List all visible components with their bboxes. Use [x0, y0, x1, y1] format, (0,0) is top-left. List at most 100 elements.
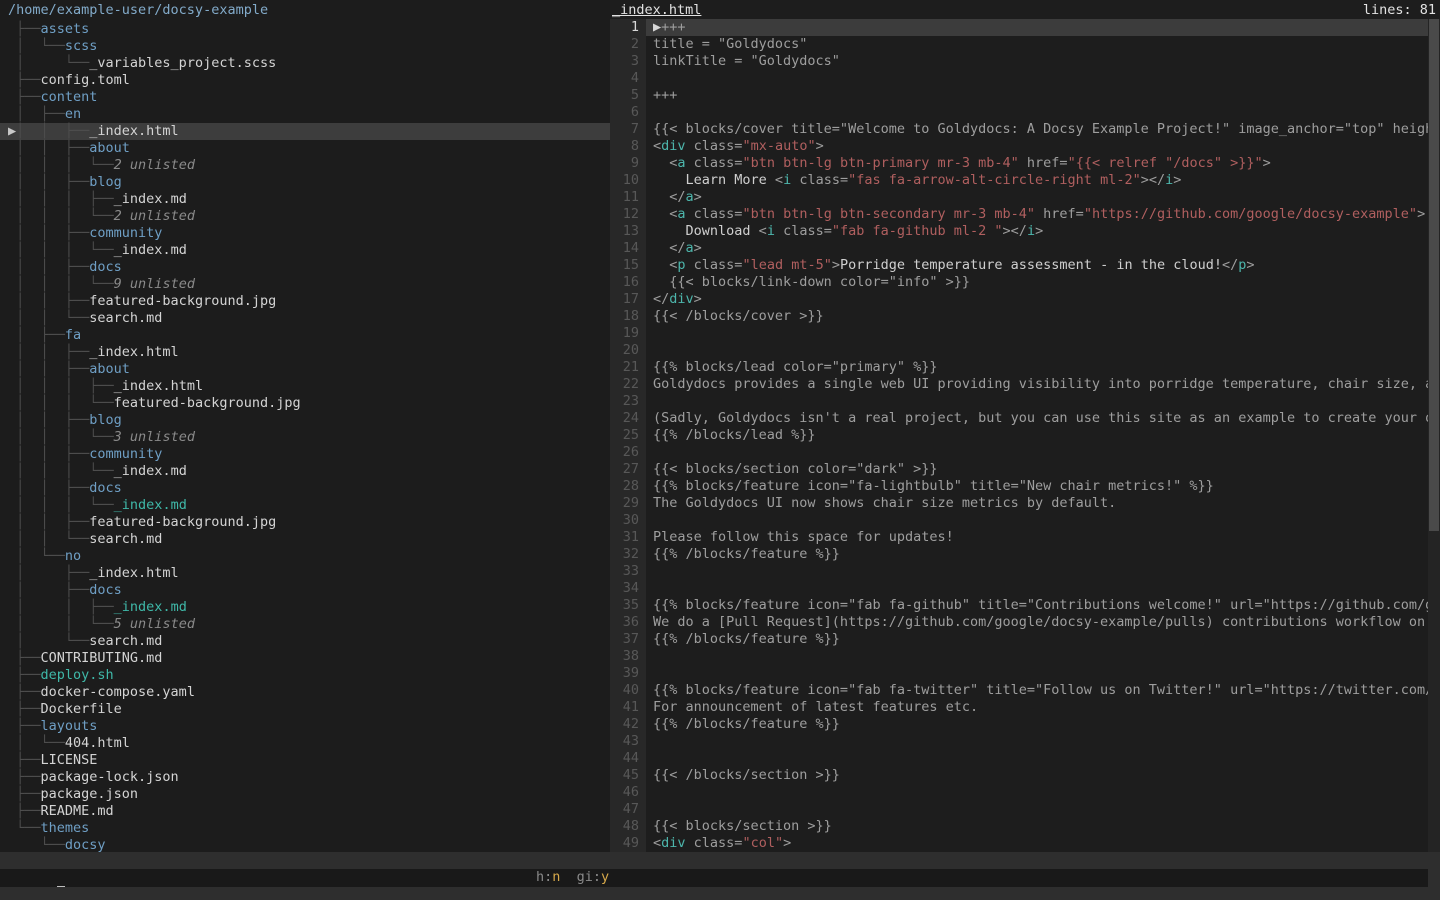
code-text: </a>	[646, 240, 1440, 257]
tree-branch-icon: ├──	[8, 650, 41, 666]
code-text: Goldydocs provides a single web UI provi…	[646, 376, 1440, 393]
tree-row[interactable]: │ │ │ ├──_index.html	[0, 378, 610, 395]
tree-row-dir[interactable]: │ │ ├──about	[0, 140, 610, 157]
code-line: 21{{% blocks/lead color="primary" %}}	[610, 359, 1440, 376]
tree-row-dir[interactable]: │ └──no	[0, 548, 610, 565]
tree-row-dir[interactable]: ├──assets	[0, 21, 610, 38]
tree-row[interactable]: │ └──404.html	[0, 735, 610, 752]
tree-row[interactable]: │ │ │ ├──_index.md	[0, 191, 610, 208]
code-line: 11 </a>	[610, 189, 1440, 206]
tree-row[interactable]: │ │ │ └──_index.md	[0, 497, 610, 514]
tree-row[interactable]: ├──config.toml	[0, 72, 610, 89]
tree-row[interactable]: ├──package.json	[0, 786, 610, 803]
tree-row[interactable]: ├──Dockerfile	[0, 701, 610, 718]
tree-branch-icon: │ │ ├──	[8, 446, 89, 462]
tree-row[interactable]: │ │ ├──_index.md	[0, 599, 610, 616]
tree-row[interactable]: │ │ ├──_index.html▶	[0, 123, 610, 140]
tree-row-dir[interactable]: │ ├──en	[0, 106, 610, 123]
tree-row[interactable]: │ ├──_index.html	[0, 565, 610, 582]
tree-row[interactable]: ├──README.md	[0, 803, 610, 820]
tree-row-dir[interactable]: │ │ ├──about	[0, 361, 610, 378]
tree-item-label: _index.md	[114, 497, 187, 513]
line-number: 25	[610, 427, 646, 444]
tree-item-label: search.md	[89, 310, 162, 326]
tree-row-dir[interactable]: │ │ ├──community	[0, 446, 610, 463]
tree-row[interactable]: │ └──search.md	[0, 633, 610, 650]
tree-row[interactable]: ├──deploy.sh	[0, 667, 610, 684]
code-text	[646, 70, 1440, 87]
code-text	[646, 665, 1440, 682]
tree-row[interactable]: │ │ ├──featured-background.jpg	[0, 514, 610, 531]
tree-row-dir[interactable]: │ │ ├──docs	[0, 259, 610, 276]
tree-row[interactable]: ├──package-lock.json	[0, 769, 610, 786]
tree-row-dir[interactable]: ├──content	[0, 89, 610, 106]
tree-row[interactable]: │ │ └──search.md	[0, 531, 610, 548]
tree-row-dir[interactable]: ├──layouts	[0, 718, 610, 735]
code-text	[646, 444, 1440, 461]
code-text: {{% /blocks/lead %}}	[646, 427, 1440, 444]
code-line: 13 Download <i class="fab fa-github ml-2…	[610, 223, 1440, 240]
verb-input[interactable]: :e	[0, 869, 1428, 887]
tree-item-label: 9 unlisted	[114, 276, 195, 292]
tree-row[interactable]: │ │ └──5 unlisted	[0, 616, 610, 633]
code-line: 48{{< blocks/section >}}	[610, 818, 1440, 835]
code-line: 24(Sadly, Goldydocs isn't a real project…	[610, 410, 1440, 427]
tree-row-dir[interactable]: │ │ ├──community	[0, 225, 610, 242]
preview-file-title: _index.html	[612, 2, 701, 21]
code-line: 29The Goldydocs UI now shows chair size …	[610, 495, 1440, 512]
scrollbar-thumb-icon[interactable]	[1429, 19, 1439, 531]
tree-row-dir[interactable]: │ │ ├──blog	[0, 412, 610, 429]
tree-row-dir[interactable]: │ │ ├──blog	[0, 174, 610, 191]
code-text	[646, 733, 1440, 750]
code-text	[646, 512, 1440, 529]
tree-row[interactable]: ├──CONTRIBUTING.md	[0, 650, 610, 667]
line-number: 19	[610, 325, 646, 342]
tree-row[interactable]: │ │ │ └──featured-background.jpg	[0, 395, 610, 412]
tree-branch-icon: │ │ │ └──	[8, 276, 114, 292]
code-lines: 1▶+++2title = "Goldydocs"3linkTitle = "G…	[610, 19, 1440, 852]
tree-row-dir[interactable]: └──docsy	[0, 837, 610, 852]
tree-row[interactable]: │ │ │ └──9 unlisted	[0, 276, 610, 293]
tree-row[interactable]: ├──LICENSE	[0, 752, 610, 769]
tree-branch-icon: ├──	[8, 89, 41, 105]
tree-row[interactable]: │ │ └──search.md	[0, 310, 610, 327]
tree-item-label: 5 unlisted	[114, 616, 195, 632]
tree-branch-icon: │ │ ├──	[8, 514, 89, 530]
tree-branch-icon: │ ├──	[8, 106, 65, 122]
line-number: 26	[610, 444, 646, 461]
line-number: 28	[610, 478, 646, 495]
tree-row[interactable]: ├──docker-compose.yaml	[0, 684, 610, 701]
tree-row[interactable]: │ │ ├──featured-background.jpg	[0, 293, 610, 310]
preview-scrollbar[interactable]	[1428, 19, 1440, 852]
file-tree-panel[interactable]: /home/example-user/docsy-example ├──asse…	[0, 0, 610, 852]
tree-row[interactable]: │ │ │ └──_index.md	[0, 242, 610, 259]
line-number: 45	[610, 767, 646, 784]
tree-branch-icon: │ │ ├──	[8, 123, 89, 139]
tree-row-dir[interactable]: └──themes	[0, 820, 610, 837]
line-number: 20	[610, 342, 646, 359]
tree-row[interactable]: │ │ │ └──_index.md	[0, 463, 610, 480]
preview-panel[interactable]: _index.html lines: 81 1▶+++2title = "Gol…	[610, 0, 1440, 852]
code-line: 39	[610, 665, 1440, 682]
tree-row-dir[interactable]: │ ├──fa	[0, 327, 610, 344]
line-number: 27	[610, 461, 646, 478]
tree-row[interactable]: │ │ │ └──2 unlisted	[0, 157, 610, 174]
tree-branch-icon: │ │ ├──	[8, 293, 89, 309]
preview-header: _index.html lines: 81	[610, 0, 1440, 21]
tree-branch-icon: ├──	[8, 786, 41, 802]
tree-row[interactable]: │ └──_variables_project.scss	[0, 55, 610, 72]
code-line: 19	[610, 325, 1440, 342]
code-line: 26	[610, 444, 1440, 461]
code-text: Learn More <i class="fas fa-arrow-alt-ci…	[646, 172, 1440, 189]
code-line: 35{{% blocks/feature icon="fab fa-github…	[610, 597, 1440, 614]
tree-row[interactable]: │ │ │ └──2 unlisted	[0, 208, 610, 225]
tree-row-dir[interactable]: │ ├──docs	[0, 582, 610, 599]
tree-row-dir[interactable]: │ │ ├──docs	[0, 480, 610, 497]
tree-row[interactable]: │ │ ├──_index.html	[0, 344, 610, 361]
tree-branch-icon: │ │ ├──	[8, 344, 89, 360]
line-number: 47	[610, 801, 646, 818]
tree-row-dir[interactable]: │ └──scss	[0, 38, 610, 55]
tree-item-label: _index.html	[114, 378, 203, 394]
tree-row[interactable]: │ │ │ └──3 unlisted	[0, 429, 610, 446]
tree-item-label: _index.md	[114, 463, 187, 479]
